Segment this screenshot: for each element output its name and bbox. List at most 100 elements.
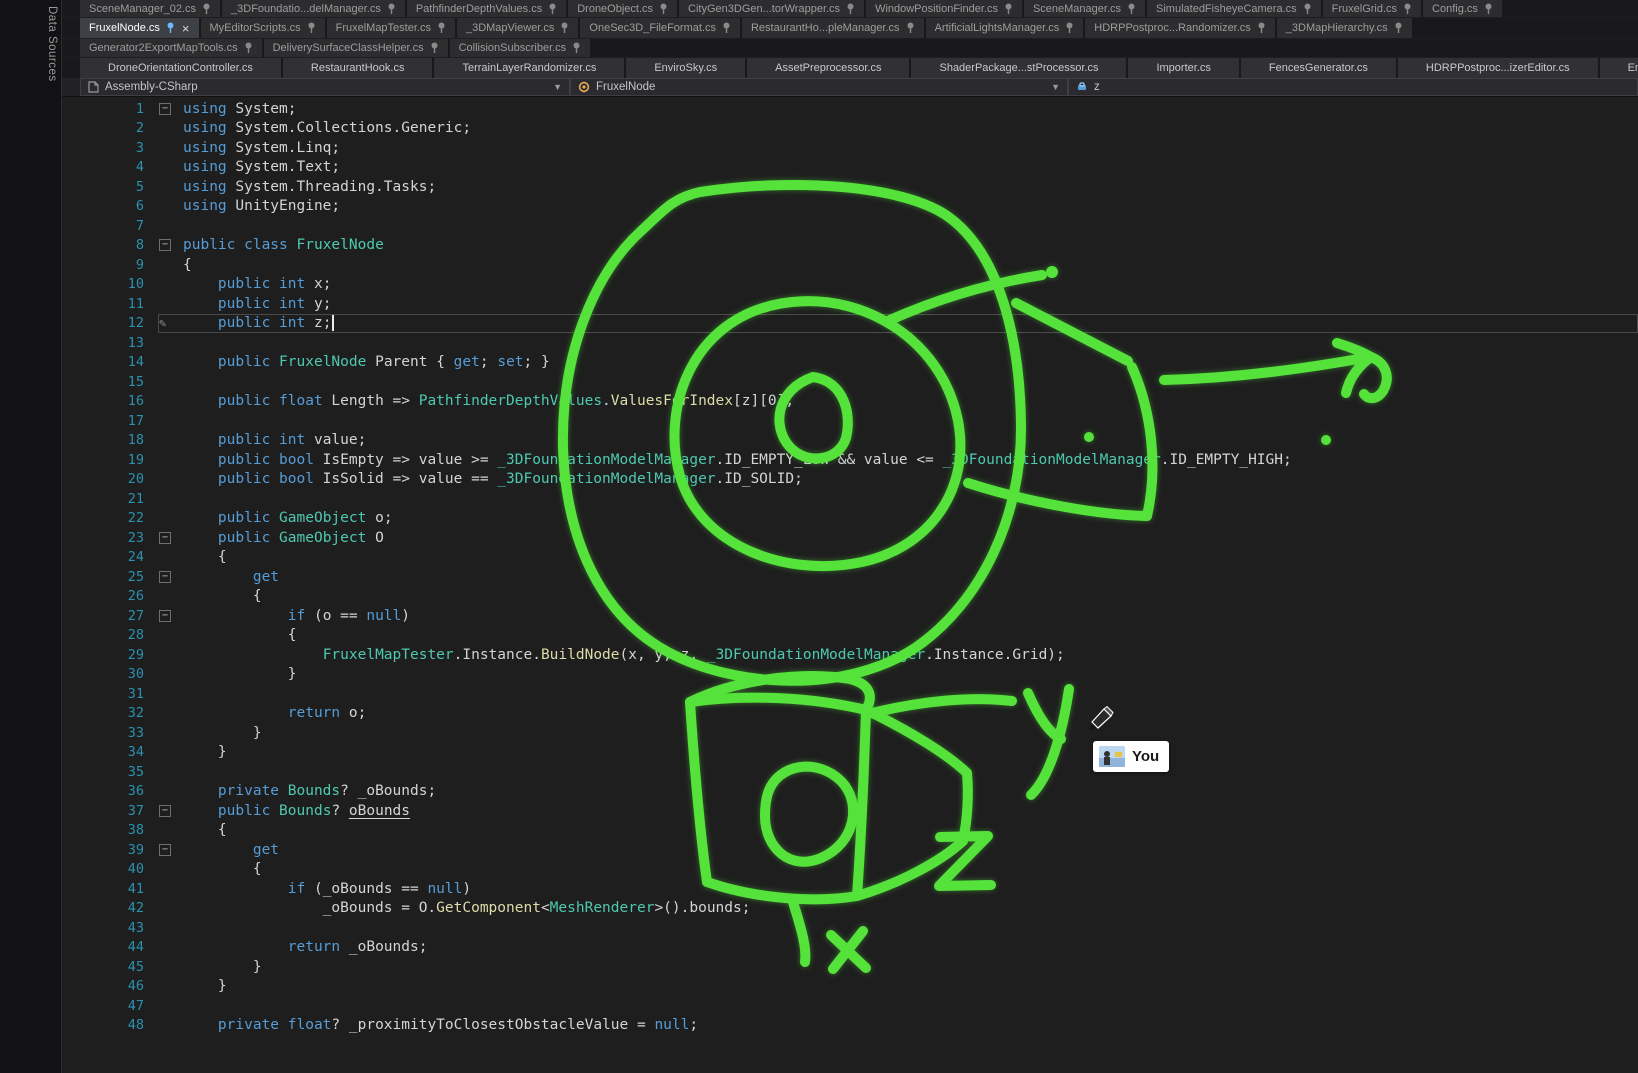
fold-marker[interactable]: − xyxy=(159,239,183,251)
editor-tab-shaderpackage-stprocessor-cs[interactable]: ShaderPackage...stProcessor.cs xyxy=(911,58,1126,78)
editor-tab-collisionsubscriber-cs[interactable]: CollisionSubscriber.cs xyxy=(450,39,591,57)
pin-icon[interactable] xyxy=(560,22,569,34)
member-dropdown[interactable]: z xyxy=(1068,78,1638,96)
line-number: 31 xyxy=(62,686,158,702)
code-text: { xyxy=(183,257,192,273)
pin-icon[interactable] xyxy=(846,3,855,15)
tab-label: RestaurantHo...pleManager.cs xyxy=(751,22,900,34)
code-text: public bool IsSolid => value == _3DFound… xyxy=(183,471,803,487)
fold-collapse-icon[interactable]: − xyxy=(159,610,171,622)
pin-icon[interactable] xyxy=(722,22,731,34)
fold-collapse-icon[interactable]: − xyxy=(159,532,171,544)
fold-collapse-icon[interactable]: − xyxy=(159,571,171,583)
fold-marker[interactable]: − xyxy=(159,532,183,544)
editor-tab-importer-cs[interactable]: Importer.cs xyxy=(1128,58,1238,78)
pin-icon[interactable] xyxy=(166,22,175,34)
fold-marker[interactable]: − xyxy=(159,610,183,622)
editor-tab-pathfinderdepthvalues-cs[interactable]: PathfinderDepthValues.cs xyxy=(407,0,566,17)
fold-collapse-icon[interactable]: − xyxy=(159,844,171,856)
code-text: public GameObject O xyxy=(183,530,384,546)
pin-icon[interactable] xyxy=(659,3,668,15)
pin-icon[interactable] xyxy=(1065,22,1074,34)
data-sources-panel-tab[interactable]: Data Sources xyxy=(46,6,58,82)
code-text: } xyxy=(183,725,262,741)
pin-icon[interactable] xyxy=(906,22,915,34)
editor-tab-restaurantho-plemanager-cs[interactable]: RestaurantHo...pleManager.cs xyxy=(742,18,924,38)
project-dropdown[interactable]: Assembly-CSharp ▼ xyxy=(80,78,570,96)
fold-marker[interactable]: − xyxy=(159,844,183,856)
editor-tab-hdrppostproc-izereditor-cs[interactable]: HDRPPostproc...izerEditor.cs xyxy=(1398,58,1598,78)
code-line-32: 32 return o; xyxy=(62,704,1638,724)
pin-icon[interactable] xyxy=(202,3,211,15)
pin-icon[interactable] xyxy=(1127,3,1136,15)
editor-tab-fencesgenerator-cs[interactable]: FencesGenerator.cs xyxy=(1241,58,1396,78)
pin-icon[interactable] xyxy=(387,3,396,15)
fold-marker[interactable]: − xyxy=(159,103,183,115)
code-line-37: 37− public Bounds? oBounds xyxy=(62,801,1638,821)
line-number: 46 xyxy=(62,978,158,994)
editor-tab-droneobject-cs[interactable]: DroneObject.cs xyxy=(568,0,677,17)
line-number: 16 xyxy=(62,393,158,409)
code-text: { xyxy=(183,588,262,604)
editor-tab-deliverysurfaceclasshelper-cs[interactable]: DeliverySurfaceClassHelper.cs xyxy=(264,39,448,57)
type-dropdown[interactable]: FruxelNode ▼ xyxy=(570,78,1068,96)
tab-label: CollisionSubscriber.cs xyxy=(459,42,567,54)
pin-icon[interactable] xyxy=(1257,22,1266,34)
editor-tab-config-cs[interactable]: Config.cs xyxy=(1423,0,1502,17)
fold-collapse-icon[interactable]: − xyxy=(159,103,171,115)
code-text: using System.Collections.Generic; xyxy=(183,120,471,136)
line-number: 34 xyxy=(62,744,158,760)
pin-icon[interactable] xyxy=(1394,22,1403,34)
line-number: 45 xyxy=(62,959,158,975)
pin-icon[interactable] xyxy=(244,42,253,54)
line-number: 6 xyxy=(62,198,158,214)
editor-tab-generator2exportmaptools-cs[interactable]: Generator2ExportMapTools.cs xyxy=(80,39,262,57)
editor-tab-myeditorscripts-cs[interactable]: MyEditorScripts.cs xyxy=(201,18,325,38)
line-number: 43 xyxy=(62,920,158,936)
editor-tab-fruxelgrid-cs[interactable]: FruxelGrid.cs xyxy=(1323,0,1421,17)
fold-collapse-icon[interactable]: − xyxy=(159,239,171,251)
code-line-33: 33 } xyxy=(62,723,1638,743)
code-text: private Bounds? _oBounds; xyxy=(183,783,436,799)
pin-icon[interactable] xyxy=(437,22,446,34)
editor-tab--3dfoundatio-delmanager-cs[interactable]: _3DFoundatio...delManager.cs xyxy=(222,0,405,17)
editor-tab-windowpositionfinder-cs[interactable]: WindowPositionFinder.cs xyxy=(866,0,1022,17)
editor-tab-fruxelnode-cs[interactable]: FruxelNode.cs× xyxy=(80,18,199,38)
editor-tab-scenemanager-cs[interactable]: SceneManager.cs xyxy=(1024,0,1145,17)
editor-tab-terrainlayerrandomizer-cs[interactable]: TerrainLayerRandomizer.cs xyxy=(434,58,624,78)
code-line-14: 14 public FruxelNode Parent { get; set; … xyxy=(62,353,1638,373)
editor-tab-scenemanager-02-cs[interactable]: SceneManager_02.cs xyxy=(80,0,220,17)
editor-tab-restauranthook-cs[interactable]: RestaurantHook.cs xyxy=(283,58,433,78)
pin-icon[interactable] xyxy=(1303,3,1312,15)
editor-tab-onesec3d-fileformat-cs[interactable]: OneSec3D_FileFormat.cs xyxy=(580,18,740,38)
editor-tab--3dmaphierarchy-cs[interactable]: _3DMapHierarchy.cs xyxy=(1277,18,1412,38)
close-icon[interactable]: × xyxy=(182,22,190,35)
pin-icon[interactable] xyxy=(1004,3,1013,15)
editor-tab--3dmapviewer-cs[interactable]: _3DMapViewer.cs xyxy=(457,18,578,38)
editor-tab-fruxelmaptester-cs[interactable]: FruxelMapTester.cs xyxy=(327,18,455,38)
fold-marker[interactable]: − xyxy=(159,571,183,583)
tab-strip-region: SceneManager_02.cs_3DFoundatio...delMana… xyxy=(62,0,1638,78)
code-editor[interactable]: 1−using System;2using System.Collections… xyxy=(62,97,1638,1073)
editor-tab-citygen3dgen-torwrapper-cs[interactable]: CityGen3DGen...torWrapper.cs xyxy=(679,0,864,17)
pin-icon[interactable] xyxy=(307,22,316,34)
editor-tab-droneorientationcontroller-cs[interactable]: DroneOrientationController.cs xyxy=(80,58,281,78)
pin-icon[interactable] xyxy=(572,42,581,54)
editor-tab-artificiallightsmanager-cs[interactable]: ArtificialLightsManager.cs xyxy=(926,18,1084,38)
pin-icon[interactable] xyxy=(548,3,557,15)
editor-tab-hdrppostproc-randomizer-cs[interactable]: HDRPPostproc...Randomizer.cs xyxy=(1085,18,1275,38)
code-text: FruxelMapTester.Instance.BuildNode(x, y,… xyxy=(183,647,1065,663)
tab-label: Config.cs xyxy=(1432,3,1478,15)
editor-tab-simulatedfisheyecamera-cs[interactable]: SimulatedFisheyeCamera.cs xyxy=(1147,0,1321,17)
pin-icon[interactable] xyxy=(1484,3,1493,15)
editor-tab-enviroskymgr-cs[interactable]: EnviroSkyMgr.cs xyxy=(1600,58,1638,78)
fold-marker[interactable]: − xyxy=(159,805,183,817)
editor-tab-envirosky-cs[interactable]: EnviroSky.cs xyxy=(626,58,745,78)
pin-icon[interactable] xyxy=(430,42,439,54)
line-number: 28 xyxy=(62,627,158,643)
line-number: 5 xyxy=(62,179,158,195)
tab-row-4: DroneOrientationController.csRestaurantH… xyxy=(62,58,1638,78)
pin-icon[interactable] xyxy=(1403,3,1412,15)
fold-collapse-icon[interactable]: − xyxy=(159,805,171,817)
editor-tab-assetpreprocessor-cs[interactable]: AssetPreprocessor.cs xyxy=(747,58,909,78)
